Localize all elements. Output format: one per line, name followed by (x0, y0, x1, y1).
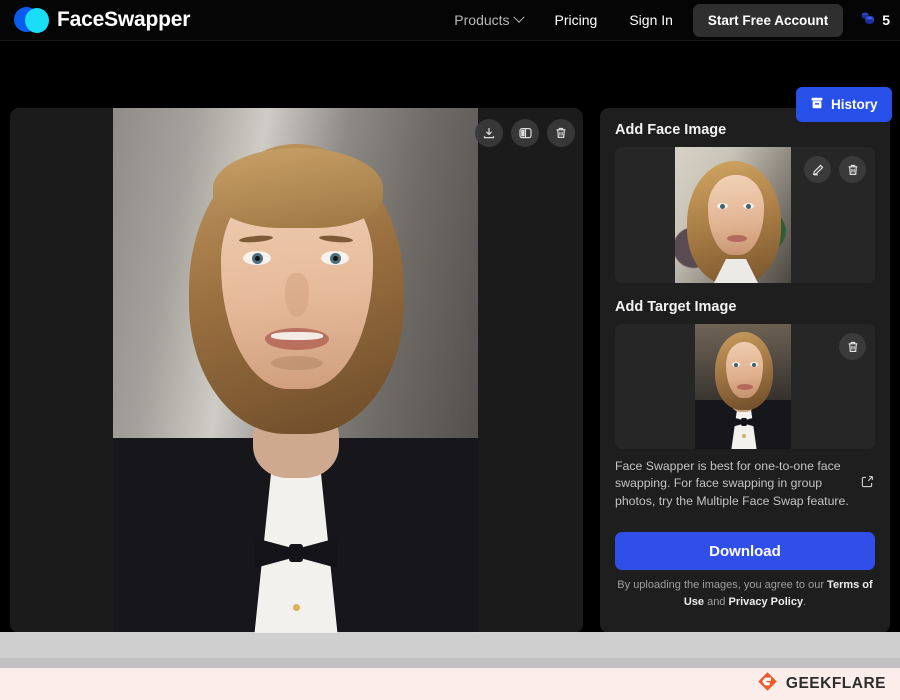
nav-item-signin[interactable]: Sign In (613, 12, 689, 28)
download-icon[interactable] (475, 119, 503, 147)
history-button-label: History (831, 97, 878, 112)
geekflare-footer: GEEKFLARE (0, 668, 900, 700)
privacy-policy-link[interactable]: Privacy Policy (728, 596, 803, 608)
trash-icon[interactable] (839, 333, 866, 360)
nav-links: Products Pricing Sign In Start Free Acco… (438, 3, 900, 37)
add-target-image-title: Add Target Image (615, 299, 737, 315)
result-toolbar (475, 119, 575, 147)
history-icon (810, 96, 824, 113)
target-image-thumbnail (695, 324, 791, 449)
helper-text: Face Swapper is best for one-to-one face… (615, 459, 849, 508)
helper-note: Face Swapper is best for one-to-one face… (615, 458, 875, 510)
top-navbar: FaceSwapper Products Pricing Sign In Sta… (0, 0, 900, 41)
nav-item-pricing-label: Pricing (554, 12, 598, 28)
result-image (113, 108, 478, 633)
coins-icon (859, 10, 876, 31)
external-link-icon[interactable] (860, 474, 875, 494)
page-bottom-overlay (0, 632, 900, 658)
nav-item-products[interactable]: Products (438, 11, 538, 28)
terms-suffix: . (803, 595, 807, 608)
history-button[interactable]: History (796, 87, 892, 122)
brand-name: FaceSwapper (57, 8, 191, 31)
compare-icon[interactable] (511, 119, 539, 147)
face-image-dropzone[interactable] (615, 147, 875, 283)
terms-prefix: By uploading the images, you agree to ou… (617, 579, 828, 592)
chevron-down-icon (512, 11, 525, 23)
credits-count: 5 (882, 12, 890, 28)
terms-conjunction: and (704, 595, 729, 608)
nav-item-pricing[interactable]: Pricing (539, 12, 614, 28)
target-image-actions (839, 333, 866, 360)
terms-notice: By uploading the images, you agree to ou… (615, 577, 875, 610)
nav-item-signin-label: Sign In (629, 12, 673, 28)
face-image-actions (804, 156, 866, 183)
brand-logo[interactable]: FaceSwapper (14, 5, 190, 35)
edit-icon[interactable] (804, 156, 831, 183)
download-button[interactable]: Download (615, 532, 875, 571)
nav-item-products-label: Products (454, 12, 510, 28)
page-bottom-overlay-edge (0, 658, 900, 668)
trash-icon[interactable] (839, 156, 866, 183)
trash-icon[interactable] (547, 119, 575, 147)
side-panel: Add Face Image Add Target Image Face Swa… (600, 108, 890, 633)
geekflare-logo-icon (757, 671, 778, 697)
geekflare-brand-name: GEEKFLARE (785, 675, 886, 692)
face-image-thumbnail (675, 147, 791, 283)
add-face-image-title: Add Face Image (615, 122, 727, 138)
result-panel (10, 108, 583, 633)
faceswapper-logo-icon (14, 5, 49, 35)
credits-indicator[interactable]: 5 (859, 10, 890, 31)
target-image-dropzone[interactable] (615, 324, 875, 449)
start-free-account-button[interactable]: Start Free Account (692, 3, 844, 37)
